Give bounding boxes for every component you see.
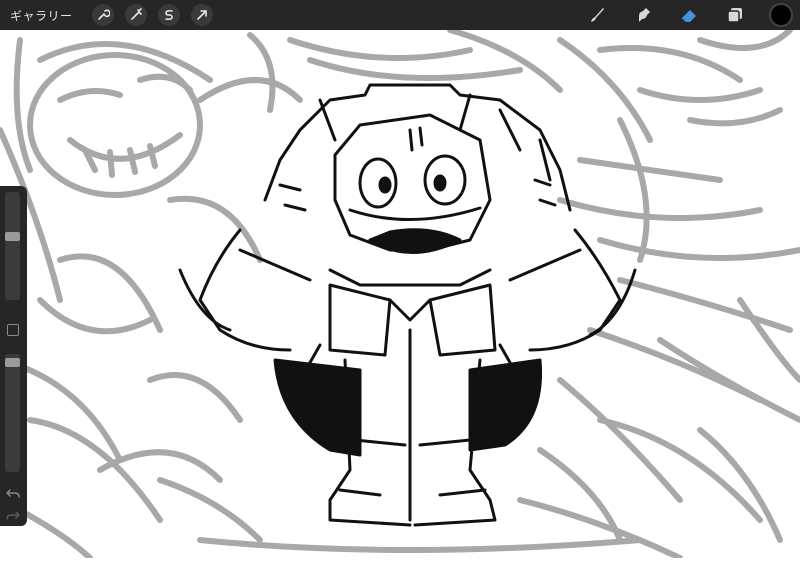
brush-size-thumb[interactable] bbox=[5, 232, 20, 241]
opacity-thumb[interactable] bbox=[5, 358, 20, 367]
brush-icon[interactable] bbox=[585, 3, 609, 27]
actions-wrench-icon[interactable] bbox=[91, 4, 114, 26]
transform-arrow-icon[interactable] bbox=[190, 4, 213, 26]
gallery-button[interactable]: ギャラリー bbox=[10, 7, 73, 24]
eraser-icon[interactable] bbox=[677, 3, 701, 27]
right-toolset bbox=[585, 0, 800, 30]
top-toolbar: ギャラリー bbox=[0, 0, 800, 30]
modify-button[interactable] bbox=[7, 324, 19, 336]
smudge-icon[interactable] bbox=[631, 3, 655, 27]
redo-icon[interactable] bbox=[6, 506, 21, 520]
drawing-canvas[interactable] bbox=[0, 27, 800, 561]
artwork bbox=[0, 27, 800, 561]
selection-s-icon[interactable] bbox=[157, 4, 180, 26]
layers-icon[interactable] bbox=[723, 3, 747, 27]
opacity-slider[interactable] bbox=[5, 354, 20, 472]
color-picker-swatch[interactable] bbox=[769, 3, 793, 27]
adjustments-wand-icon[interactable] bbox=[124, 4, 147, 26]
side-toolbar bbox=[0, 186, 27, 526]
undo-icon[interactable] bbox=[5, 484, 20, 498]
brush-size-slider[interactable] bbox=[5, 192, 20, 300]
